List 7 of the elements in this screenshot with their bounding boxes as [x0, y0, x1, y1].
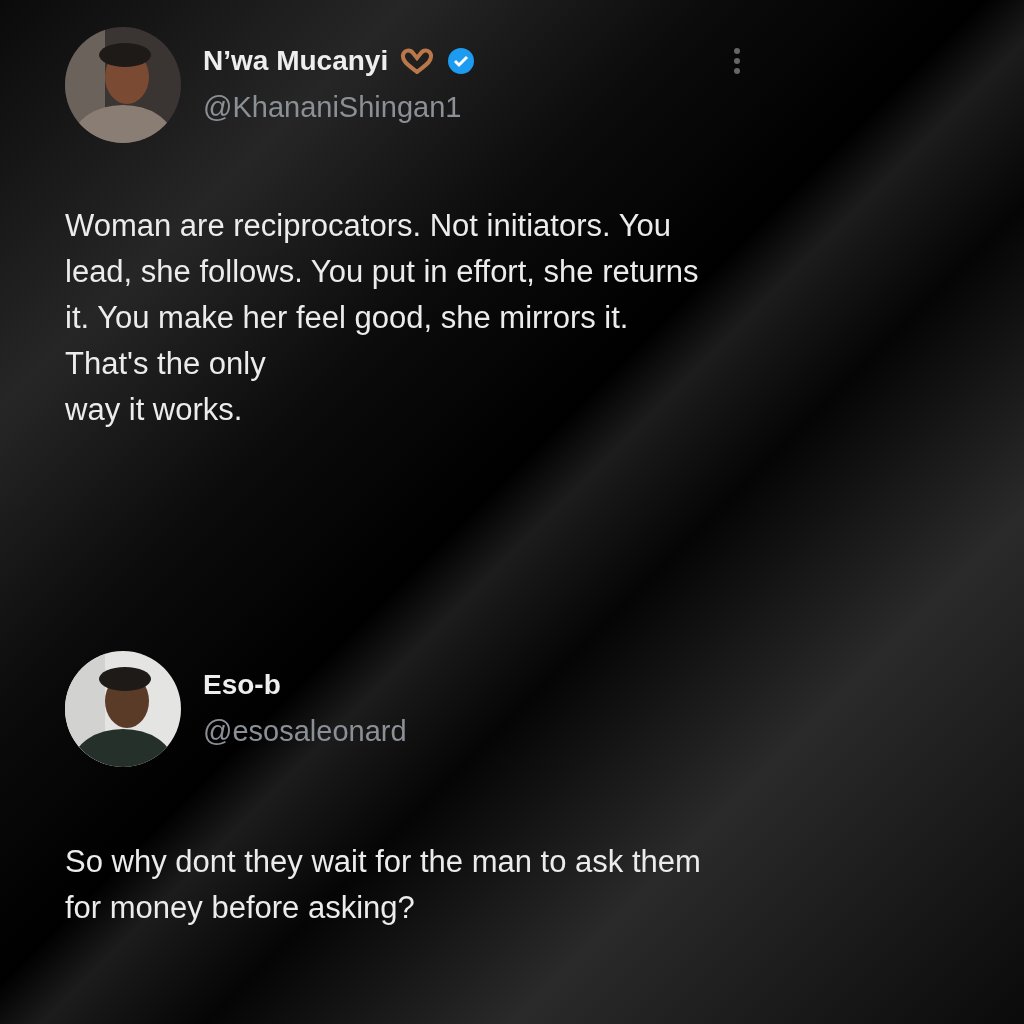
more-options-icon[interactable] — [733, 47, 741, 76]
post-text: Woman are reciprocators. Not initiators. You lead, she follows. You put in effort, she returns it. You make her feel good, she mirrors it. That's the only way it works. — [65, 207, 700, 429]
author-name: Eso-b — [203, 668, 281, 703]
author-name: N’wa Mucanyi — [203, 44, 389, 79]
author-handle: @KhananiShingan1 — [203, 90, 463, 126]
post-text: So why dont they wait for the man to ask them for money before asking? — [65, 843, 702, 927]
author-handle: @esosaleonard — [203, 714, 408, 750]
